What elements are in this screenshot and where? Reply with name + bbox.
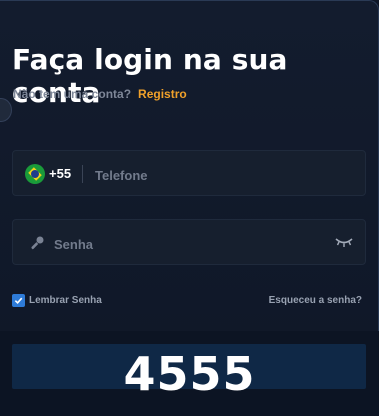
brazil-flag-icon[interactable] — [25, 164, 45, 184]
key-icon — [31, 236, 44, 250]
phone-field[interactable]: +55 — [12, 150, 366, 196]
login-panel: Faça login na sua conta Não tem uma cont… — [0, 0, 379, 416]
remember-label: Lembrar Senha — [29, 295, 102, 306]
password-field[interactable] — [12, 219, 366, 265]
overlay-number: 4555 — [123, 347, 256, 401]
remember-password[interactable]: Lembrar Senha — [12, 294, 102, 307]
forgot-password-link[interactable]: Esqueceu a senha? — [269, 295, 362, 306]
phone-input[interactable] — [93, 160, 347, 190]
remember-checkbox[interactable] — [12, 294, 25, 307]
side-handle[interactable] — [0, 98, 12, 122]
no-account-text: Não tem uma conta? — [13, 87, 132, 101]
eye-closed-icon[interactable] — [335, 236, 353, 248]
password-input[interactable] — [52, 229, 326, 259]
field-divider — [82, 165, 83, 183]
register-prompt: Não tem uma conta? Registro — [13, 87, 187, 101]
check-icon — [14, 297, 23, 305]
register-link[interactable]: Registro — [138, 87, 187, 101]
dial-code[interactable]: +55 — [49, 166, 71, 181]
